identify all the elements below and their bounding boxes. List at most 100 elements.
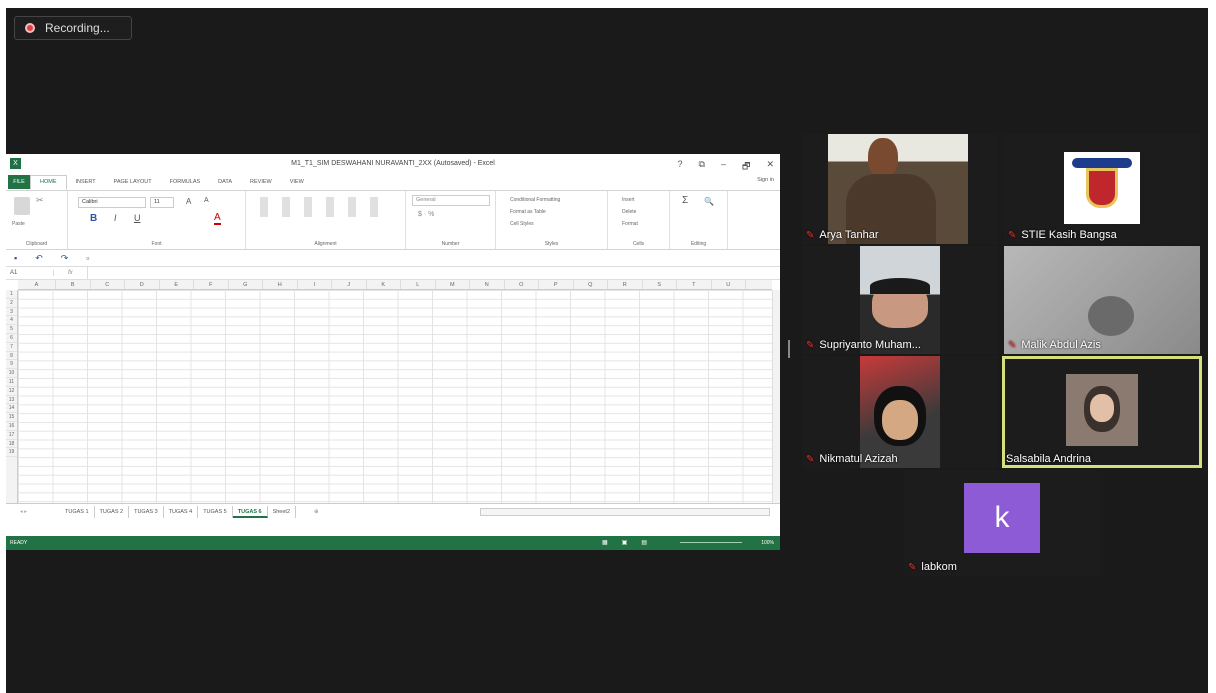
column-header[interactable]: U <box>712 280 746 289</box>
column-header[interactable]: B <box>56 280 91 289</box>
participant-tile[interactable]: ✎ Nikmatul Azizah <box>802 356 998 468</box>
formula-input[interactable] <box>86 267 780 279</box>
tab-formulas[interactable]: FORMULAS <box>161 179 210 185</box>
paste-label[interactable]: Paste <box>12 221 25 227</box>
row-header[interactable]: 15 <box>6 413 17 422</box>
row-header[interactable]: 14 <box>6 404 17 414</box>
fx-icon[interactable]: fx <box>54 270 87 276</box>
row-header[interactable]: 8 <box>6 352 17 361</box>
column-header[interactable]: M <box>436 280 470 289</box>
column-header[interactable]: Q <box>574 280 608 289</box>
cell-styles-button[interactable]: Cell Styles <box>510 221 534 227</box>
column-header[interactable]: L <box>401 280 436 289</box>
column-header[interactable]: A <box>18 280 56 289</box>
recording-indicator[interactable]: Recording... <box>14 16 132 40</box>
shrink-font-icon[interactable]: A <box>204 197 209 204</box>
active-speaker-tile[interactable]: Salsabila Andrina <box>1002 356 1202 468</box>
find-icon[interactable]: 🔍 <box>704 197 714 206</box>
paste-icon[interactable] <box>14 197 30 215</box>
column-header[interactable]: K <box>367 280 401 289</box>
sign-in-link[interactable]: Sign in <box>757 177 774 183</box>
row-header[interactable]: 3 <box>6 308 17 317</box>
cut-icon[interactable]: ✂ <box>36 195 44 206</box>
sheet-tab-tugas-2[interactable]: TUGAS 2 <box>95 506 130 518</box>
column-header[interactable]: O <box>505 280 539 289</box>
row-header[interactable]: 7 <box>6 343 17 352</box>
row-header[interactable]: 19 <box>6 448 17 458</box>
sheet-tab-tugas-4[interactable]: TUGAS 4 <box>164 506 199 518</box>
redo-icon[interactable]: ↷ <box>61 253 69 264</box>
column-header[interactable]: P <box>539 280 574 289</box>
page-layout-view-icon[interactable]: ▣ <box>622 539 628 546</box>
font-color-icon[interactable]: A <box>214 212 221 225</box>
row-header[interactable]: 18 <box>6 440 17 449</box>
currency-icon[interactable]: $ · % <box>418 211 434 218</box>
column-header[interactable]: G <box>229 280 263 289</box>
number-format-select[interactable]: General <box>412 195 490 206</box>
alignment-icons[interactable] <box>260 197 380 217</box>
tab-page-layout[interactable]: PAGE LAYOUT <box>105 179 161 185</box>
tab-insert[interactable]: INSERT <box>67 179 105 185</box>
column-header[interactable]: N <box>470 280 505 289</box>
row-header[interactable]: 2 <box>6 299 17 308</box>
format-as-table-button[interactable]: Format as Table <box>510 209 546 215</box>
column-header[interactable]: I <box>298 280 332 289</box>
row-header[interactable]: 5 <box>6 325 17 334</box>
page-break-view-icon[interactable]: ▤ <box>641 539 647 546</box>
column-header[interactable]: J <box>332 280 367 289</box>
row-header[interactable]: 4 <box>6 316 17 326</box>
font-name-select[interactable]: Calibri <box>78 197 146 208</box>
new-sheet-icon[interactable]: ⊕ <box>314 509 319 515</box>
autosum-icon[interactable]: Σ <box>682 195 688 206</box>
format-cells-button[interactable]: Format <box>622 221 638 227</box>
insert-cells-button[interactable]: Insert <box>622 197 635 203</box>
column-header[interactable]: T <box>677 280 712 289</box>
column-header[interactable]: C <box>91 280 125 289</box>
row-header[interactable]: 1 <box>6 290 17 299</box>
participant-tile[interactable]: k ✎ labkom <box>904 470 1100 576</box>
cell-area[interactable] <box>18 290 772 503</box>
sheet-tab-tugas-6[interactable]: TUGAS 6 <box>232 506 268 518</box>
close-button[interactable]: ✕ <box>766 159 774 175</box>
tab-file[interactable]: FILE <box>8 175 30 189</box>
name-box[interactable]: A1 <box>6 270 54 276</box>
sheet-tab-tugas-1[interactable]: TUGAS 1 <box>60 506 95 518</box>
row-header[interactable]: 10 <box>6 369 17 378</box>
row-header[interactable]: 17 <box>6 431 17 440</box>
column-header[interactable]: E <box>160 280 194 289</box>
conditional-formatting-button[interactable]: Conditional Formatting <box>510 197 560 203</box>
ribbon-display-button[interactable]: ⧉ <box>699 159 705 175</box>
zoom-slider[interactable] <box>680 542 742 543</box>
customize-qat-icon[interactable]: ▫ <box>86 253 89 263</box>
column-header[interactable]: F <box>194 280 229 289</box>
normal-view-icon[interactable]: ▦ <box>602 539 608 546</box>
column-header[interactable]: S <box>643 280 677 289</box>
participant-tile[interactable]: ✎ STIE Kasih Bangsa <box>1004 134 1200 244</box>
tab-review[interactable]: REVIEW <box>241 179 281 185</box>
minimize-button[interactable]: – <box>721 159 726 175</box>
tab-data[interactable]: DATA <box>209 179 241 185</box>
column-header[interactable]: D <box>125 280 160 289</box>
row-header[interactable]: 12 <box>6 387 17 396</box>
row-header[interactable]: 13 <box>6 396 17 405</box>
row-header[interactable]: 11 <box>6 378 17 387</box>
font-size-select[interactable]: 11 <box>150 197 174 208</box>
zoom-level[interactable]: 100% <box>761 540 774 546</box>
restore-button[interactable]: 🗗 <box>742 159 750 175</box>
row-header[interactable]: 9 <box>6 360 17 370</box>
tab-home[interactable]: HOME <box>30 174 67 190</box>
horizontal-scrollbar[interactable] <box>480 508 770 516</box>
bold-button[interactable]: B <box>90 213 97 224</box>
column-header[interactable]: H <box>263 280 298 289</box>
participant-tile[interactable]: ✎ Arya Tanhar <box>802 134 998 244</box>
tab-view[interactable]: VIEW <box>281 179 313 185</box>
sheet-tab-tugas-5[interactable]: TUGAS 5 <box>198 506 233 518</box>
sheet-nav-arrows[interactable]: ◂ ▸ <box>6 509 60 515</box>
delete-cells-button[interactable]: Delete <box>622 209 636 215</box>
vertical-scrollbar[interactable] <box>772 290 780 503</box>
help-button[interactable]: ? <box>678 159 683 175</box>
save-icon[interactable]: ▪ <box>14 253 17 263</box>
row-header[interactable]: 16 <box>6 422 17 431</box>
panel-resize-handle[interactable] <box>788 340 790 358</box>
participant-tile[interactable]: ✎ Malik Abdul Azis <box>1004 246 1200 354</box>
